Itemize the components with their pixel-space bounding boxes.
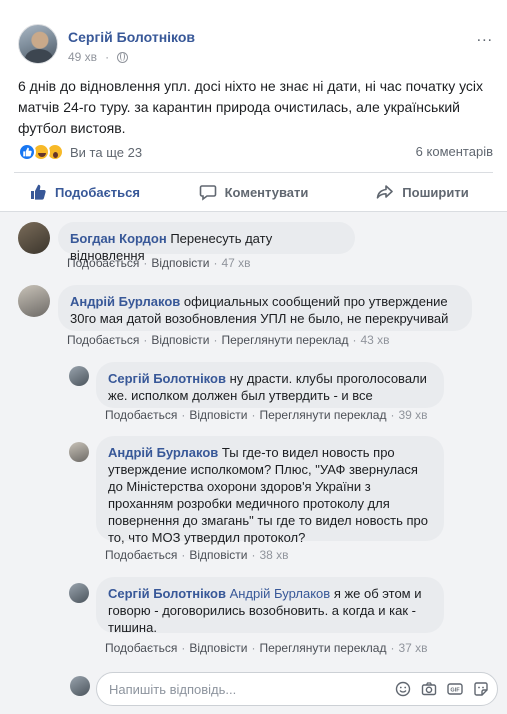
more-options-button[interactable]: ... (477, 28, 493, 46)
post-meta: 49 хв · (68, 50, 129, 64)
comment-actions: Подобається · Відповісти · Переглянути перек… (67, 333, 390, 347)
comment-bubble: Андрій Бурлаков официальных сообщений пр… (58, 285, 472, 331)
comment-time[interactable]: 38 хв (259, 548, 288, 562)
post-action-bar: Подобається Коментувати Поширити (0, 173, 507, 211)
commenter-avatar[interactable] (69, 442, 89, 462)
comment-like-link[interactable]: Подобається (67, 333, 139, 347)
comment-time[interactable]: 43 хв (360, 333, 389, 347)
like-reaction-icon (18, 143, 36, 161)
globe-icon (117, 51, 129, 63)
commenter-avatar[interactable] (69, 583, 89, 603)
post-author-name[interactable]: Сергій Болотніков (68, 29, 195, 45)
comment-author[interactable]: Андрій Бурлаков (108, 445, 218, 460)
comment-time[interactable]: 37 хв (398, 641, 427, 655)
comment-actions: Подобається · Відповісти · Переглянути перек… (105, 408, 428, 422)
comment-actions: Подобається · Відповісти · 47 хв (67, 256, 251, 270)
comment-translate-link[interactable]: Переглянути переклад (221, 333, 348, 347)
commenter-avatar[interactable] (69, 366, 89, 386)
comment-like-link[interactable]: Подобається (105, 408, 177, 422)
comment-reply-link[interactable]: Відповісти (151, 256, 209, 270)
svg-text:GIF: GIF (450, 688, 460, 694)
comment-actions: Подобається · Відповісти · 38 хв (105, 548, 289, 562)
share-icon (376, 185, 394, 199)
comment-author[interactable]: Сергій Болотніков (108, 586, 226, 601)
camera-icon[interactable] (421, 681, 437, 697)
comment-translate-link[interactable]: Переглянути переклад (259, 641, 386, 655)
comment-icon (199, 185, 216, 201)
meta-separator: · (105, 50, 110, 64)
reactions-text[interactable]: Ви та ще 23 (70, 145, 142, 160)
comment-author[interactable]: Андрій Бурлаков (70, 294, 180, 309)
gif-icon[interactable]: GIF (447, 681, 463, 697)
thumbs-up-icon (31, 184, 46, 200)
comment-text: Ты где-то видел новость про утверждение … (108, 445, 428, 545)
comment-reply-link[interactable]: Відповісти (151, 333, 209, 347)
reply-tools: GIF (395, 681, 489, 697)
sticker-icon[interactable] (473, 681, 489, 697)
comment-like-link[interactable]: Подобається (105, 641, 177, 655)
comment-actions: Подобається · Відповісти · Переглянути перек… (105, 641, 428, 655)
comment-button[interactable]: Коментувати (169, 173, 338, 211)
current-user-avatar (70, 676, 90, 696)
comment-like-link[interactable]: Подобається (67, 256, 139, 270)
reply-placeholder: Напишіть відповідь... (109, 682, 237, 697)
comment-author[interactable]: Сергій Болотніков (108, 371, 226, 386)
comment-bubble: Сергій Болотніков Андрій Бурлаков я же о… (96, 577, 444, 635)
share-button-label: Поширити (402, 184, 469, 200)
comment-bubble: Сергій Болотніков ну драсти. клубы прого… (96, 362, 444, 408)
comment-translate-link[interactable]: Переглянути переклад (259, 408, 386, 422)
like-button-label: Подобається (55, 184, 140, 200)
emoji-icon[interactable] (395, 681, 411, 697)
comment-reply-link[interactable]: Відповісти (189, 548, 247, 562)
comment-bubble: Богдан Кордон Перенесуть дату відновленн… (58, 222, 355, 263)
tagged-user[interactable]: Андрій Бурлаков (230, 586, 331, 601)
like-button[interactable]: Подобається (0, 173, 169, 211)
comment-like-link[interactable]: Подобається (105, 548, 177, 562)
comment-reply-link[interactable]: Відповісти (189, 641, 247, 655)
comment-author[interactable]: Богдан Кордон (70, 231, 167, 246)
comment-time[interactable]: 47 хв (221, 256, 250, 270)
share-button[interactable]: Поширити (338, 173, 507, 211)
commenter-avatar[interactable] (18, 285, 50, 317)
commenter-avatar[interactable] (18, 222, 50, 254)
author-avatar[interactable] (18, 24, 58, 64)
comment-button-label: Коментувати (224, 184, 309, 200)
post-header: Сергій Болотніков 49 хв · ... (18, 24, 507, 68)
comment-reply-link[interactable]: Відповісти (189, 408, 247, 422)
post-text: 6 днів до відновлення упл. досі ніхто не… (18, 78, 484, 136)
comment-time[interactable]: 39 хв (398, 408, 427, 422)
reply-input[interactable]: Напишіть відповідь... GIF (96, 672, 498, 706)
post-time[interactable]: 49 хв (68, 50, 97, 64)
comments-count[interactable]: 6 коментарів (416, 144, 493, 159)
reactions-summary[interactable]: Ви та ще 23 (18, 141, 142, 163)
comment-bubble: Андрій Бурлаков Ты где-то видел новость … (96, 436, 444, 545)
